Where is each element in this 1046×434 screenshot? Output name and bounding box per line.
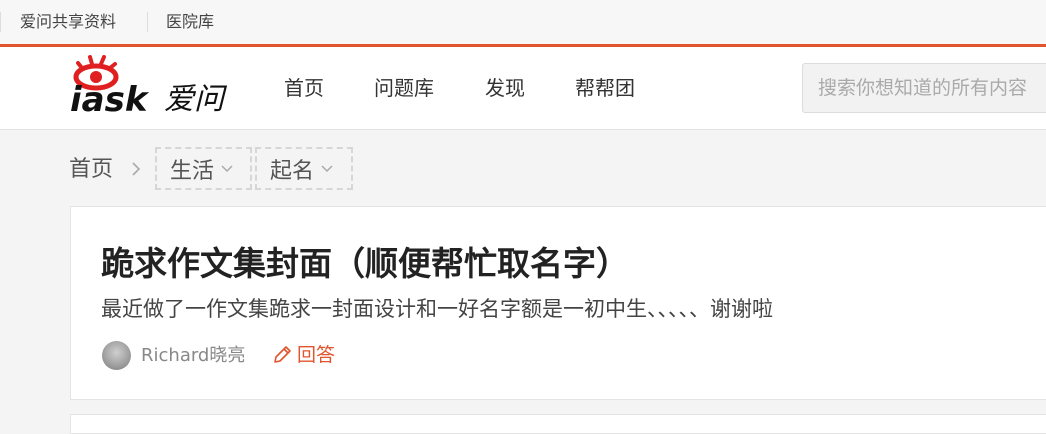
- divider: [147, 12, 148, 32]
- main-header: iask 爱问 首页 问题库 发现 帮帮团: [0, 47, 1046, 130]
- breadcrumb-category-dropdown[interactable]: 生活: [155, 147, 252, 190]
- breadcrumb-category-label: 生活: [170, 158, 215, 184]
- hospital-library-link[interactable]: 医院库: [166, 12, 214, 32]
- chevron-down-icon: [321, 164, 333, 172]
- nav-help-group[interactable]: 帮帮团: [575, 75, 635, 101]
- breadcrumb-subcategory-dropdown[interactable]: 起名: [255, 147, 353, 190]
- nav-question-library[interactable]: 问题库: [374, 75, 434, 101]
- nav-discover[interactable]: 发现: [485, 75, 525, 101]
- svg-text:爱问: 爱问: [164, 82, 228, 117]
- nav-home[interactable]: 首页: [284, 75, 324, 101]
- asker-username[interactable]: Richard晓亮: [141, 344, 245, 368]
- question-description: 最近做了一作文集跪求一封面设计和一好名字额是一初中生、、、、、谢谢啦: [101, 297, 773, 321]
- breadcrumb-home[interactable]: 首页: [69, 156, 113, 184]
- question-card: 跪求作文集封面（顺便帮忙取名字） 最近做了一作文集跪求一封面设计和一好名字额是一…: [70, 206, 1046, 400]
- next-card: [70, 414, 1046, 434]
- chevron-right-icon: [132, 162, 141, 176]
- chevron-down-icon: [221, 164, 233, 172]
- avatar[interactable]: [102, 341, 131, 370]
- question-title: 跪求作文集封面（顺便帮忙取名字）: [101, 244, 629, 283]
- divider: [0, 12, 1, 32]
- answer-button[interactable]: 回答: [271, 341, 335, 369]
- shared-docs-link[interactable]: 爱问共享资料: [20, 12, 116, 32]
- logo-wordmark: iask: [70, 80, 150, 120]
- answer-label: 回答: [297, 344, 336, 366]
- search-input[interactable]: [802, 63, 1046, 113]
- pencil-icon: [274, 346, 291, 363]
- iask-logo[interactable]: iask 爱问: [68, 55, 240, 121]
- breadcrumb-subcategory-label: 起名: [270, 158, 315, 184]
- top-utility-bar: 爱问共享资料 医院库: [0, 0, 1046, 47]
